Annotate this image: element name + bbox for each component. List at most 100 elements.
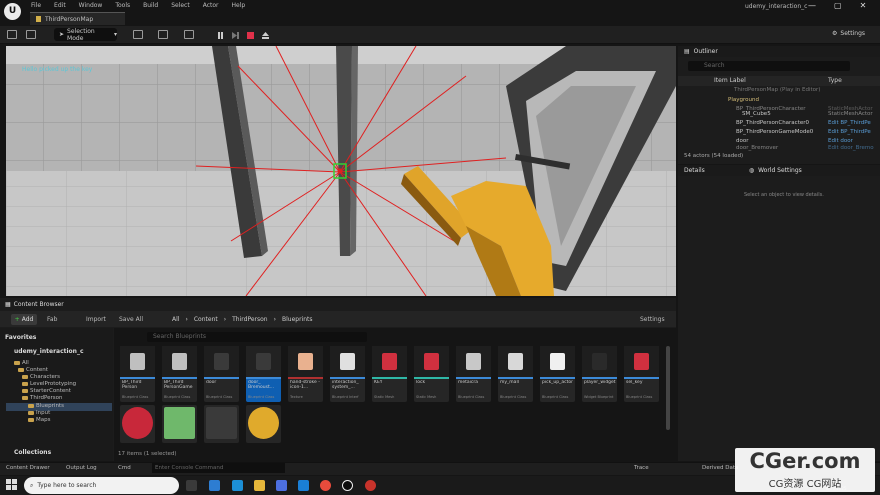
col-type[interactable]: Type [828, 77, 842, 84]
trace-button[interactable]: Trace [634, 465, 649, 471]
asset-tile[interactable]: sel_key Blueprint Class [624, 346, 659, 402]
level-viewport[interactable]: Hello picked up the key [6, 46, 676, 296]
tree-item-input[interactable]: Input [28, 410, 50, 416]
tree-item-all[interactable]: All [14, 360, 29, 366]
console-input[interactable]: Enter Console Command [152, 463, 285, 473]
tree-item-maps[interactable]: Maps [28, 417, 50, 423]
content-browser-tab-label: Content Browser [13, 301, 64, 308]
tab-content-browser[interactable]: ▦ Content Browser [0, 299, 70, 310]
taskbar-search-input[interactable]: ⌕ Type here to search [24, 477, 179, 494]
step-icon[interactable] [232, 31, 239, 39]
task-view-icon[interactable] [186, 480, 197, 491]
asset-tile[interactable]: door Blueprint Class [204, 346, 239, 402]
asset-tile[interactable]: my_mall Blueprint Class [498, 346, 533, 402]
close-icon[interactable]: ✕ [860, 1, 867, 10]
asset-tile[interactable]: pick_up_actor Blueprint Class [540, 346, 575, 402]
menu-edit[interactable]: Edit [54, 2, 66, 9]
windows-start-icon[interactable] [6, 479, 17, 490]
outliner-search-input[interactable]: Search [688, 61, 850, 71]
breadcrumb-all[interactable]: All [172, 316, 179, 323]
asset-class: Blueprint Class [122, 395, 149, 399]
outliner-row[interactable]: door_Bremover Edit door_Bremo [678, 144, 880, 153]
add-button[interactable]: + Add [11, 314, 37, 325]
breadcrumb-content[interactable]: Content [194, 316, 218, 323]
cb-settings-button[interactable]: Settings [640, 316, 665, 323]
asset-tile[interactable]: lock Static Mesh [414, 346, 449, 402]
breadcrumb-blueprints[interactable]: Blueprints [282, 316, 313, 323]
asset-tile[interactable]: BP_Third PersonGame Blueprint Class [162, 346, 197, 402]
menu-select[interactable]: Select [171, 2, 190, 9]
stop-icon[interactable] [247, 31, 254, 39]
tab-map[interactable]: ThirdPersonMap [30, 12, 125, 25]
menu-help[interactable]: Help [232, 2, 246, 9]
collections-section[interactable]: Collections [0, 446, 113, 461]
tree-item-thirdperson[interactable]: ThirdPerson [22, 395, 63, 401]
save-all-button[interactable]: Save All [119, 316, 143, 323]
asset-preview-icon [164, 407, 195, 439]
recorder-icon[interactable] [365, 480, 376, 491]
tab-outliner[interactable]: ▤ Outliner [678, 46, 880, 57]
minimize-icon[interactable]: — [808, 1, 816, 10]
blueprint-icon[interactable] [158, 30, 168, 39]
asset-tile[interactable] [204, 405, 239, 443]
import-button[interactable]: Import [86, 316, 106, 323]
save-icon[interactable] [7, 30, 17, 39]
outliner-row[interactable]: Playground [678, 96, 880, 105]
asset-tile[interactable] [246, 405, 281, 443]
eject-icon[interactable] [262, 31, 269, 39]
favorites-header[interactable]: Favorites [5, 334, 36, 341]
asset-tile[interactable] [162, 405, 197, 443]
pause-icon[interactable] [217, 31, 224, 39]
asset-tile[interactable] [120, 405, 155, 443]
unreal-taskbar-icon[interactable] [342, 480, 353, 491]
col-item-label[interactable]: Item Label [714, 77, 746, 84]
asset-name: metaicra [458, 380, 479, 385]
outliner-row[interactable]: SM_Cube5 StaticMeshActor [678, 110, 880, 119]
asset-tile[interactable]: player_widget... Widget Blueprint [582, 346, 617, 402]
outliner-row[interactable]: BP_ThirdPersonCharacter0 Edit BP_ThirdPe [678, 119, 880, 128]
menu-tools[interactable]: Tools [115, 2, 130, 9]
asset-scrollbar[interactable] [666, 346, 670, 430]
add-actor-icon[interactable] [133, 30, 143, 39]
menu-build[interactable]: Build [143, 2, 158, 9]
browse-icon[interactable] [26, 30, 36, 39]
derived-data-button[interactable]: Derived Data [702, 465, 738, 471]
copilot-icon[interactable] [209, 480, 220, 491]
outliner-row[interactable]: BP_ThirdPersonGameMode0 Edit BP_ThirdPe [678, 128, 880, 137]
maximize-icon[interactable]: ▢ [834, 1, 842, 10]
chrome-icon[interactable] [320, 480, 331, 491]
outliner-row[interactable]: ThirdPersonMap (Play in Editor) [678, 86, 880, 95]
tree-item-content[interactable]: Content [18, 367, 48, 373]
asset-search-input[interactable]: Search Blueprints [147, 332, 367, 342]
edge-icon[interactable] [232, 480, 243, 491]
file-explorer-icon[interactable] [254, 480, 265, 491]
asset-tile[interactable]: interaction_ system_... Blueprint Interf [330, 346, 365, 402]
taskbar-search-placeholder: Type here to search [37, 482, 97, 489]
tree-item-levelprototyping[interactable]: LevelPrototyping [22, 381, 76, 387]
settings-button[interactable]: ⚙ Settings [832, 30, 865, 37]
selection-mode-dropdown[interactable]: ➤ Selection Mode ▾ [54, 28, 117, 42]
output-log-button[interactable]: Output Log [66, 465, 97, 471]
tree-item-startercontent[interactable]: StarterContent [22, 388, 71, 394]
asset-tile[interactable]: door_ Bremoust... Blueprint Class [246, 346, 281, 402]
cinematics-icon[interactable] [184, 30, 194, 39]
breadcrumb-thirdperson[interactable]: ThirdPerson [232, 316, 267, 323]
store-icon[interactable] [276, 480, 287, 491]
asset-tile[interactable]: KEY Static Mesh [372, 346, 407, 402]
cmd-dropdown[interactable]: Cmd [118, 465, 131, 471]
menu-actor[interactable]: Actor [203, 2, 219, 9]
asset-tile[interactable]: BP_Third Person Blueprint Class [120, 346, 155, 402]
fab-button[interactable]: Fab [47, 316, 57, 323]
menu-file[interactable]: File [31, 2, 41, 9]
menu-window[interactable]: Window [79, 2, 103, 9]
mail-icon[interactable] [298, 480, 309, 491]
asset-name: hand-stroke -icon-1... [290, 380, 320, 390]
tab-details[interactable]: Details [684, 167, 705, 174]
project-root-header[interactable]: udemy_interaction_c [14, 348, 84, 355]
asset-tile[interactable]: hand-stroke -icon-1... Texture [288, 346, 323, 402]
content-drawer-button[interactable]: Content Drawer [6, 465, 50, 471]
tab-world-settings[interactable]: World Settings [758, 167, 802, 174]
tree-item-blueprints[interactable]: Blueprints [28, 403, 64, 409]
tree-item-characters[interactable]: Characters [22, 374, 60, 380]
asset-tile[interactable]: metaicra Blueprint Class [456, 346, 491, 402]
